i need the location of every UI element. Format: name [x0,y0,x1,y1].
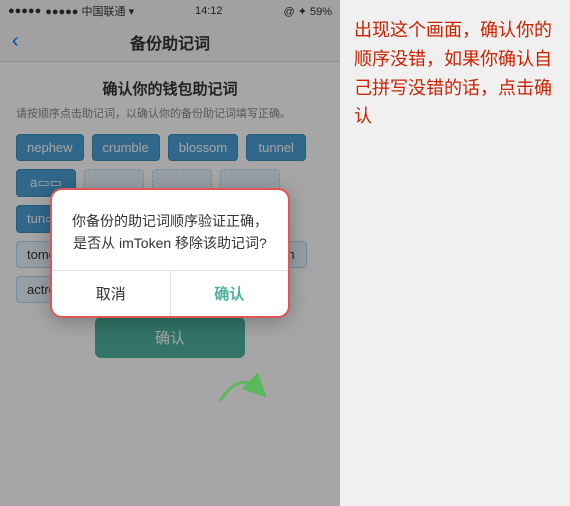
dialog-ok-button[interactable]: 确认 [171,271,289,316]
dialog-buttons: 取消 确认 [52,270,288,316]
dialog-cancel-button[interactable]: 取消 [52,271,171,316]
arrow-wrap [210,361,270,416]
annotation-text: 出现这个画面，确认你的顺序没错，如果你确认自己拼写没错的话，点击确认 [354,16,556,131]
phone-panel: ●●●●● ●●●●● 中国联通 ▾ 14:12 @ ✦ 59% ‹ 备份助记词… [0,0,340,506]
arrow-icon [210,361,270,411]
dialog-message: 你备份的助记词顺序验证正确，是否从 imToken 移除该助记词? [68,210,272,255]
dialog-overlay: 你备份的助记词顺序验证正确，是否从 imToken 移除该助记词? 取消 确认 [0,0,340,506]
dialog: 你备份的助记词顺序验证正确，是否从 imToken 移除该助记词? 取消 确认 [50,188,290,319]
annotation-panel: 出现这个画面，确认你的顺序没错，如果你确认自己拼写没错的话，点击确认 [340,0,570,506]
